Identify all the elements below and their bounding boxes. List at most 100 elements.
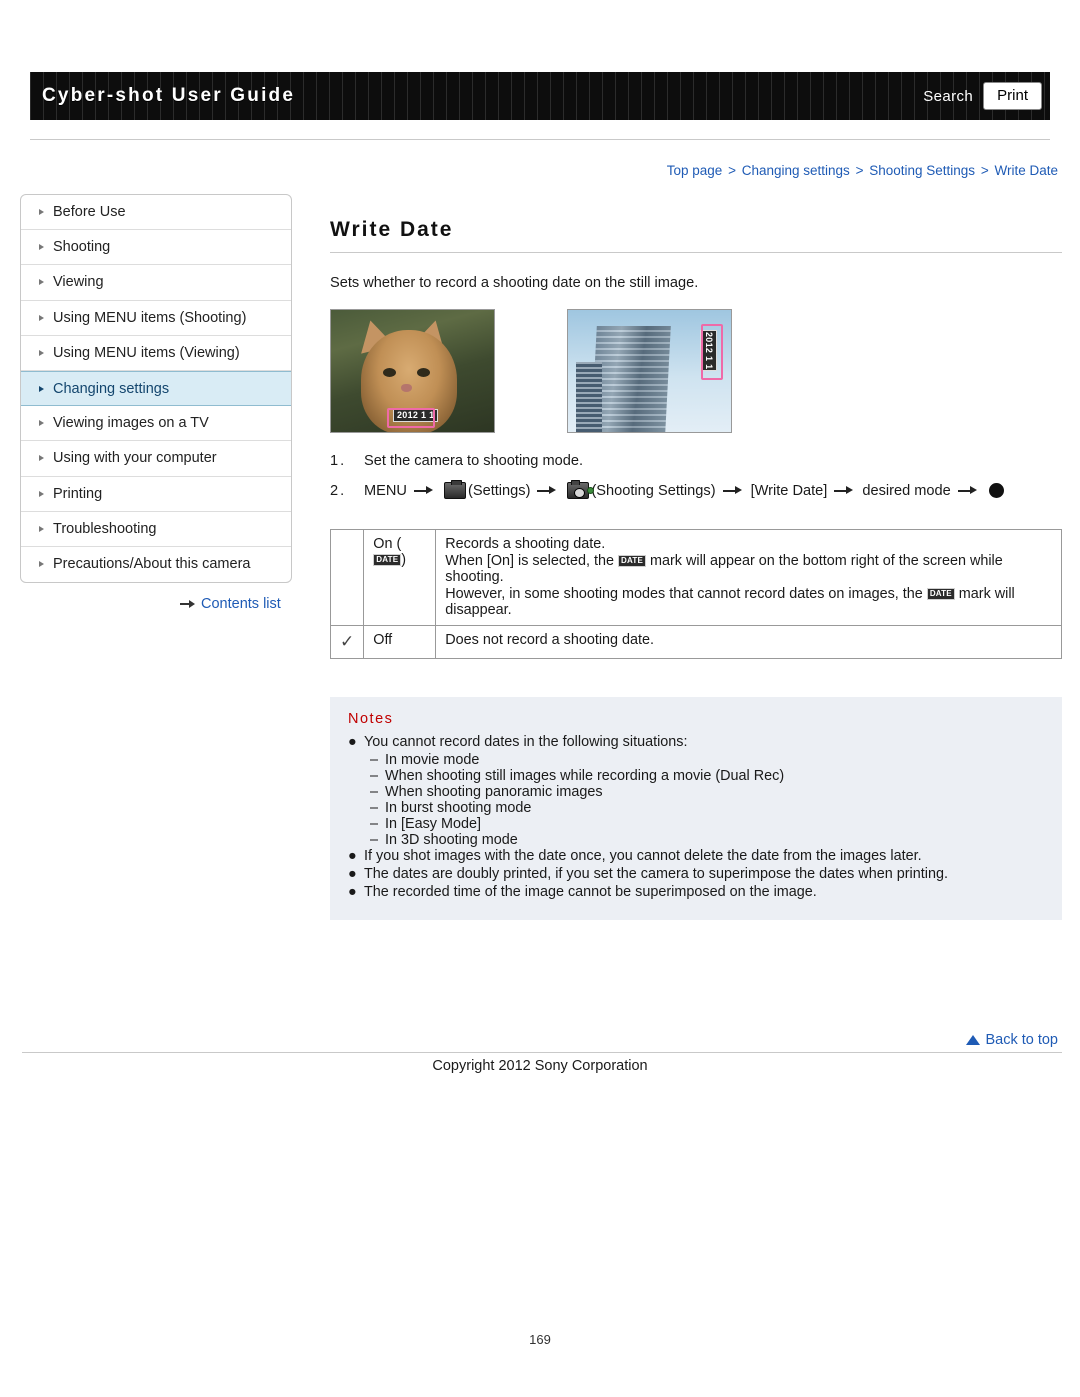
note-subitem: – In [Easy Mode] bbox=[370, 816, 1044, 832]
header-divider bbox=[30, 139, 1050, 140]
chevron-right-icon bbox=[39, 349, 44, 356]
print-button[interactable]: Print bbox=[983, 82, 1042, 110]
description-line-3b: mark will bbox=[958, 586, 1015, 602]
triangle-up-icon bbox=[966, 1035, 981, 1045]
sidebar-item-shooting[interactable]: Shooting bbox=[21, 230, 291, 266]
description-line-2b: mark will appear on the bottom right of … bbox=[650, 553, 1003, 569]
breadcrumb-item-write-date[interactable]: Write Date bbox=[994, 163, 1058, 178]
description-line-3: However, in some shooting modes that can… bbox=[445, 586, 1052, 618]
note-subitem: – In movie mode bbox=[370, 752, 1044, 768]
sidebar-item-printing[interactable]: Printing bbox=[21, 477, 291, 512]
sidebar-item-label: Shooting bbox=[53, 239, 111, 256]
green-dot-icon bbox=[587, 486, 595, 494]
note-sub-text: In movie mode bbox=[385, 752, 480, 768]
header-actions: Search Print bbox=[923, 82, 1042, 110]
step-number: 2. bbox=[330, 482, 347, 499]
sidebar-item-label: Using MENU items (Shooting) bbox=[53, 309, 247, 326]
settings-toolbox-icon bbox=[443, 480, 466, 499]
checkmark-icon: ✓ bbox=[340, 632, 355, 651]
note-sub-text: When shooting still images while recordi… bbox=[385, 768, 785, 784]
description-line-2: When [On] is selected, the DATE mark wil… bbox=[445, 553, 1052, 585]
description-line-3c: disappear. bbox=[445, 602, 512, 618]
sample-photos: 2012 1 1 2012 1 1 bbox=[330, 309, 1062, 433]
sidebar-item-label: Precautions/About this camera bbox=[53, 556, 251, 573]
note-sub-text: When shooting panoramic images bbox=[385, 784, 603, 800]
note-subitem: – When shooting still images while recor… bbox=[370, 768, 1044, 784]
sidebar: Before Use Shooting Viewing Using MENU i… bbox=[20, 194, 292, 584]
row-check-cell: ✓ bbox=[329, 625, 365, 659]
sidebar-item-before-use[interactable]: Before Use bbox=[21, 195, 291, 231]
sidebar-item-viewing[interactable]: Viewing bbox=[21, 265, 291, 301]
shooting-settings-label: (Shooting Settings) bbox=[591, 482, 716, 499]
sidebar-item-precautions-about-this-camera[interactable]: Precautions/About this camera bbox=[21, 547, 291, 582]
description-line-2a: When [On] is selected, the bbox=[445, 553, 615, 569]
date-chip-icon: DATE bbox=[618, 555, 647, 568]
sidebar-item-viewing-images-on-a-tv[interactable]: Viewing images on a TV bbox=[21, 406, 291, 442]
note-item: ● If you shot images with the date once,… bbox=[348, 848, 1044, 864]
intro-text: Sets whether to record a shooting date o… bbox=[330, 275, 699, 291]
cat-eye-right bbox=[417, 368, 430, 377]
note-subitem: – In 3D shooting mode bbox=[370, 832, 1044, 848]
arrow-right-icon bbox=[722, 486, 744, 495]
menu-label: MENU bbox=[364, 482, 407, 499]
highlight-box bbox=[387, 408, 435, 428]
app-title: Cyber-shot User Guide bbox=[42, 85, 296, 106]
note-subitem: – When shooting panoramic images bbox=[370, 784, 1044, 800]
highlight-box bbox=[701, 324, 723, 380]
note-item: ● The dates are doubly printed, if you s… bbox=[348, 866, 1044, 882]
row-label-cell: On ( DATE) bbox=[363, 529, 437, 626]
chevron-right-icon bbox=[39, 525, 44, 532]
building-main bbox=[591, 326, 671, 432]
note-sub-text: In 3D shooting mode bbox=[385, 832, 518, 848]
note-text: If you shot images with the date once, y… bbox=[364, 848, 922, 864]
sidebar-item-using-with-your-computer[interactable]: Using with your computer bbox=[21, 441, 291, 477]
dash-icon: – bbox=[370, 752, 379, 768]
title-divider bbox=[330, 252, 1062, 253]
dash-icon: – bbox=[370, 800, 379, 816]
footer-divider bbox=[22, 1052, 1062, 1053]
sidebar-item-label: Before Use bbox=[53, 204, 126, 221]
breadcrumb-item-top[interactable]: Top page bbox=[667, 163, 723, 178]
date-chip-icon: DATE bbox=[926, 588, 955, 601]
breadcrumb-item-shooting-settings[interactable]: Shooting Settings bbox=[869, 163, 975, 178]
search-link[interactable]: Search bbox=[923, 88, 973, 105]
dash-icon: – bbox=[370, 784, 379, 800]
contents-list-link[interactable]: Contents list bbox=[180, 596, 281, 612]
bullet-icon: ● bbox=[348, 734, 357, 750]
breadcrumb-separator: > bbox=[855, 163, 864, 178]
sidebar-item-changing-settings[interactable]: Changing settings bbox=[21, 370, 291, 407]
arrow-right-icon bbox=[834, 486, 855, 495]
sidebar-item-label: Printing bbox=[53, 485, 103, 502]
row-label-cell: Off bbox=[363, 625, 437, 659]
chevron-right-icon bbox=[39, 279, 44, 286]
chevron-right-icon bbox=[39, 490, 44, 497]
camera-icon bbox=[567, 480, 590, 499]
arrow-right-icon bbox=[537, 486, 558, 495]
option-label-on-suffix: ) bbox=[401, 552, 407, 568]
step-flow: MENU (Settings) (Shooting Settings) [Wri… bbox=[364, 480, 1004, 499]
procedure-steps: 1. Set the camera to shooting mode. 2. M… bbox=[330, 453, 1062, 499]
copyright-text: Copyright 2012 Sony Corporation bbox=[432, 1058, 648, 1074]
note-text: You cannot record dates in the following… bbox=[364, 734, 688, 750]
date-chip-icon: DATE bbox=[373, 554, 402, 567]
step-text: Set the camera to shooting mode. bbox=[364, 453, 584, 469]
sidebar-item-label: Using MENU items (Viewing) bbox=[53, 344, 240, 361]
desired-mode-label: desired mode bbox=[862, 482, 951, 499]
breadcrumb-item-changing-settings[interactable]: Changing settings bbox=[742, 163, 850, 178]
option-label-off: Off bbox=[373, 632, 393, 648]
option-label-on: On ( bbox=[373, 536, 402, 552]
chevron-right-icon bbox=[39, 314, 44, 321]
step-number: 1. bbox=[330, 453, 347, 469]
row-check-cell bbox=[329, 529, 365, 626]
back-to-top-link[interactable]: Back to top bbox=[966, 1032, 1058, 1048]
building-secondary bbox=[576, 362, 602, 432]
dash-icon: – bbox=[370, 768, 379, 784]
sidebar-item-using-menu-items-shooting[interactable]: Using MENU items (Shooting) bbox=[21, 301, 291, 336]
sample-photo-cat: 2012 1 1 bbox=[330, 309, 495, 433]
breadcrumb-separator: > bbox=[980, 163, 989, 178]
arrow-right-icon bbox=[180, 599, 196, 609]
breadcrumb-separator: > bbox=[728, 163, 736, 178]
sidebar-item-using-menu-items-viewing[interactable]: Using MENU items (Viewing) bbox=[21, 336, 291, 371]
sidebar-item-troubleshooting[interactable]: Troubleshooting bbox=[21, 512, 291, 547]
chevron-right-icon bbox=[39, 244, 44, 251]
